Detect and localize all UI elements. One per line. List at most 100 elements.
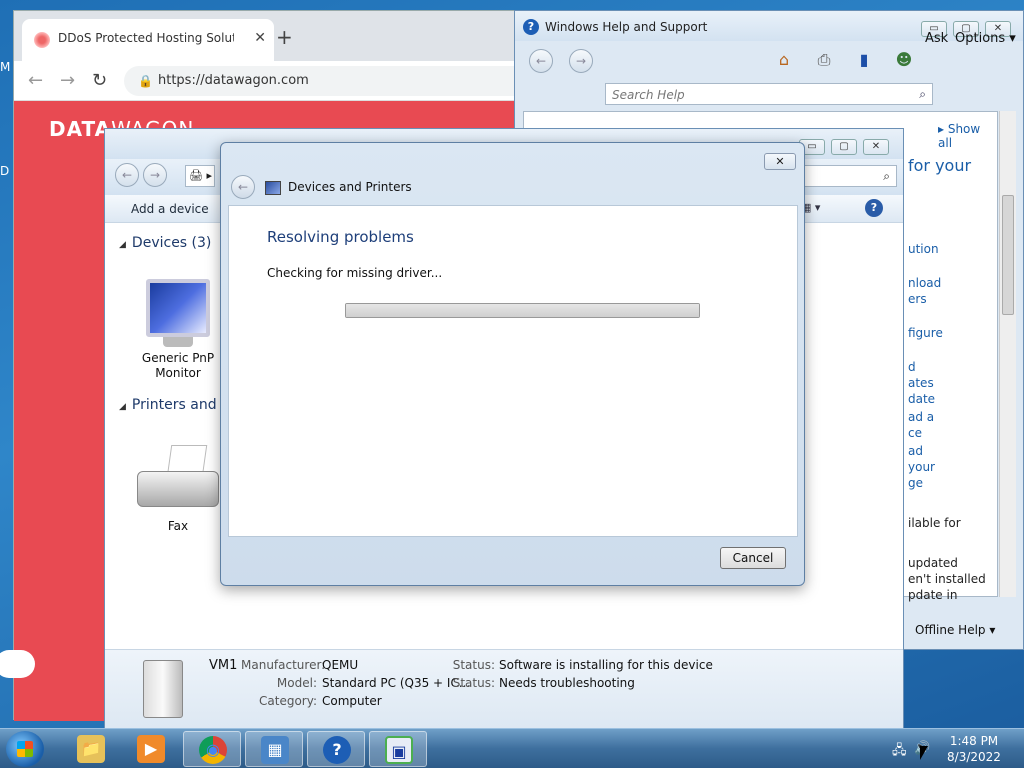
desktop-label-m: M bbox=[0, 60, 11, 74]
collapse-triangle-icon: ◢ bbox=[119, 402, 126, 412]
system-clock[interactable]: 1:48 PM 8/3/2022 bbox=[944, 733, 1004, 765]
cancel-button[interactable]: Cancel bbox=[720, 547, 786, 569]
add-device-button[interactable]: Add a device bbox=[131, 202, 209, 216]
help-link[interactable]: figure bbox=[908, 326, 943, 340]
browse-icon[interactable]: ▮ bbox=[853, 49, 875, 71]
troubleshooter-dialog: ✕ ← Devices and Printers Resolving probl… bbox=[220, 142, 805, 586]
devices-group-header[interactable]: ◢ Devices (3) bbox=[119, 235, 211, 251]
help-link[interactable]: your bbox=[908, 460, 935, 474]
fax-icon bbox=[135, 445, 221, 513]
monitor-icon bbox=[146, 279, 210, 337]
control-panel-icon: ▦ bbox=[261, 736, 289, 764]
help-forward-icon[interactable]: → bbox=[569, 49, 593, 73]
search-icon[interactable]: ⌕ bbox=[919, 87, 926, 102]
details-pane: VM1 Manufacturer: QEMU Model: Standard P… bbox=[105, 649, 903, 729]
dialog-status-text: Checking for missing driver... bbox=[267, 266, 443, 280]
start-button[interactable] bbox=[6, 731, 44, 767]
help-search-placeholder: Search Help bbox=[612, 88, 685, 102]
status-label: Status: bbox=[452, 658, 495, 672]
help-link[interactable]: nload bbox=[908, 276, 941, 290]
dialog-panel: Resolving problems Checking for missing … bbox=[228, 205, 798, 537]
dialog-close-button[interactable]: ✕ bbox=[764, 153, 796, 170]
forward-arrow-icon[interactable]: → bbox=[60, 70, 75, 91]
media-player-icon: ▶ bbox=[137, 735, 165, 763]
reload-icon[interactable]: ↻ bbox=[92, 70, 107, 91]
category-value: Computer bbox=[322, 694, 382, 708]
help-link[interactable]: ers bbox=[908, 292, 927, 306]
device-name: VM1 bbox=[209, 658, 238, 673]
taskbar-devices[interactable]: ▣ bbox=[369, 731, 427, 767]
logo-bold: DATA bbox=[49, 117, 112, 141]
help-back-icon[interactable]: ← bbox=[529, 49, 553, 73]
manufacturer-value: QEMU bbox=[322, 658, 359, 672]
printers-group-header[interactable]: ◢ Printers and F bbox=[119, 397, 229, 413]
taskbar-chrome[interactable]: ◉ bbox=[183, 731, 241, 767]
devices-close-button[interactable]: ✕ bbox=[863, 139, 889, 155]
help-scrollbar[interactable] bbox=[999, 111, 1016, 597]
help-scrollbar-thumb[interactable] bbox=[1002, 195, 1014, 315]
options-button[interactable]: Options ▾ bbox=[955, 31, 1016, 46]
category-label: Category: bbox=[259, 694, 317, 708]
ask-icon[interactable]: ☻ bbox=[893, 49, 915, 71]
desktop-label-d: D bbox=[0, 164, 10, 178]
help-heading: for your bbox=[908, 156, 972, 175]
taskbar: 📁 ▶ ◉ ▦ ? ▣ 🖧 🔊 1:48 PM 8/3/2022 bbox=[0, 728, 1024, 768]
model-label: Model: bbox=[276, 676, 317, 690]
progress-bar bbox=[345, 303, 700, 318]
devices-search-input[interactable]: ⌕ bbox=[801, 165, 897, 187]
help-link[interactable]: ad bbox=[908, 444, 923, 458]
help-link[interactable]: ates bbox=[908, 376, 934, 390]
device-generic-pnp-monitor[interactable]: Generic PnP Monitor bbox=[133, 279, 223, 381]
taskbar-explorer[interactable]: 📁 bbox=[62, 731, 120, 767]
help-search-input[interactable]: Search Help ⌕ bbox=[605, 83, 933, 105]
device-label: Fax bbox=[167, 519, 189, 533]
print-icon[interactable]: ⎙ bbox=[813, 49, 835, 71]
lock-icon: 🔒 bbox=[138, 74, 153, 88]
clock-date: 8/3/2022 bbox=[947, 750, 1001, 764]
chrome-tabbar: DDoS Protected Hosting Solution ✕ + bbox=[14, 11, 572, 61]
search-icon: ⌕ bbox=[883, 169, 890, 183]
home-icon[interactable]: ⌂ bbox=[773, 49, 795, 71]
help-icon: ? bbox=[323, 736, 351, 764]
ask-button[interactable]: Ask bbox=[925, 31, 948, 46]
devices-address-bar[interactable]: 🖨 ▸ bbox=[185, 165, 215, 187]
devices-back-icon[interactable]: ← bbox=[115, 163, 139, 187]
devices-printers-icon bbox=[265, 181, 281, 195]
help-toolbar: ← → ⌂ ⎙ ▮ ☻ bbox=[515, 41, 1023, 81]
device-fax[interactable]: Fax bbox=[133, 445, 223, 534]
clock-time: 1:48 PM bbox=[949, 734, 999, 748]
devices-help-icon[interactable]: ? bbox=[865, 199, 883, 217]
new-tab-button[interactable]: + bbox=[276, 25, 293, 49]
back-arrow-icon[interactable]: ← bbox=[28, 70, 43, 91]
devices-forward-icon[interactable]: → bbox=[143, 163, 167, 187]
taskbar-control-panel[interactable]: ▦ bbox=[245, 731, 303, 767]
browser-tab[interactable]: DDoS Protected Hosting Solution ✕ bbox=[22, 19, 274, 61]
devices-group-label: Devices (3) bbox=[131, 235, 212, 251]
network-icon[interactable]: 🖧 bbox=[892, 741, 907, 763]
help-link[interactable]: ution bbox=[908, 242, 939, 256]
progress-fill bbox=[346, 304, 699, 317]
show-all-link[interactable]: ▸ Show all bbox=[938, 122, 997, 150]
dialog-heading: Resolving problems bbox=[267, 228, 414, 246]
address-url: https://datawagon.com bbox=[158, 73, 309, 88]
device-label: Generic PnP Monitor bbox=[141, 351, 215, 380]
collapse-triangle-icon: ◢ bbox=[119, 240, 126, 250]
offline-help-button[interactable]: Offline Help ▾ bbox=[915, 623, 995, 637]
address-bar[interactable]: 🔒 https://datawagon.com bbox=[124, 66, 564, 96]
help-text: pdate in bbox=[908, 588, 958, 602]
taskbar-media-player[interactable]: ▶ bbox=[122, 731, 180, 767]
chrome-toolbar: ← → ↻ 🔒 https://datawagon.com bbox=[14, 61, 572, 101]
devices-maximize-button[interactable]: ▢ bbox=[831, 139, 857, 155]
help-link[interactable]: ce bbox=[908, 426, 922, 440]
tab-close-icon[interactable]: ✕ bbox=[254, 30, 266, 46]
help-link[interactable]: ge bbox=[908, 476, 923, 490]
dialog-back-icon[interactable]: ← bbox=[231, 175, 255, 199]
help-link[interactable]: ad a bbox=[908, 410, 934, 424]
help-text: updated bbox=[908, 556, 958, 570]
windows-logo-icon bbox=[17, 741, 33, 757]
folder-icon: 📁 bbox=[77, 735, 105, 763]
taskbar-help[interactable]: ? bbox=[307, 731, 365, 767]
help-link[interactable]: d bbox=[908, 360, 916, 374]
help-link[interactable]: date bbox=[908, 392, 935, 406]
status-label: Status: bbox=[452, 676, 495, 690]
